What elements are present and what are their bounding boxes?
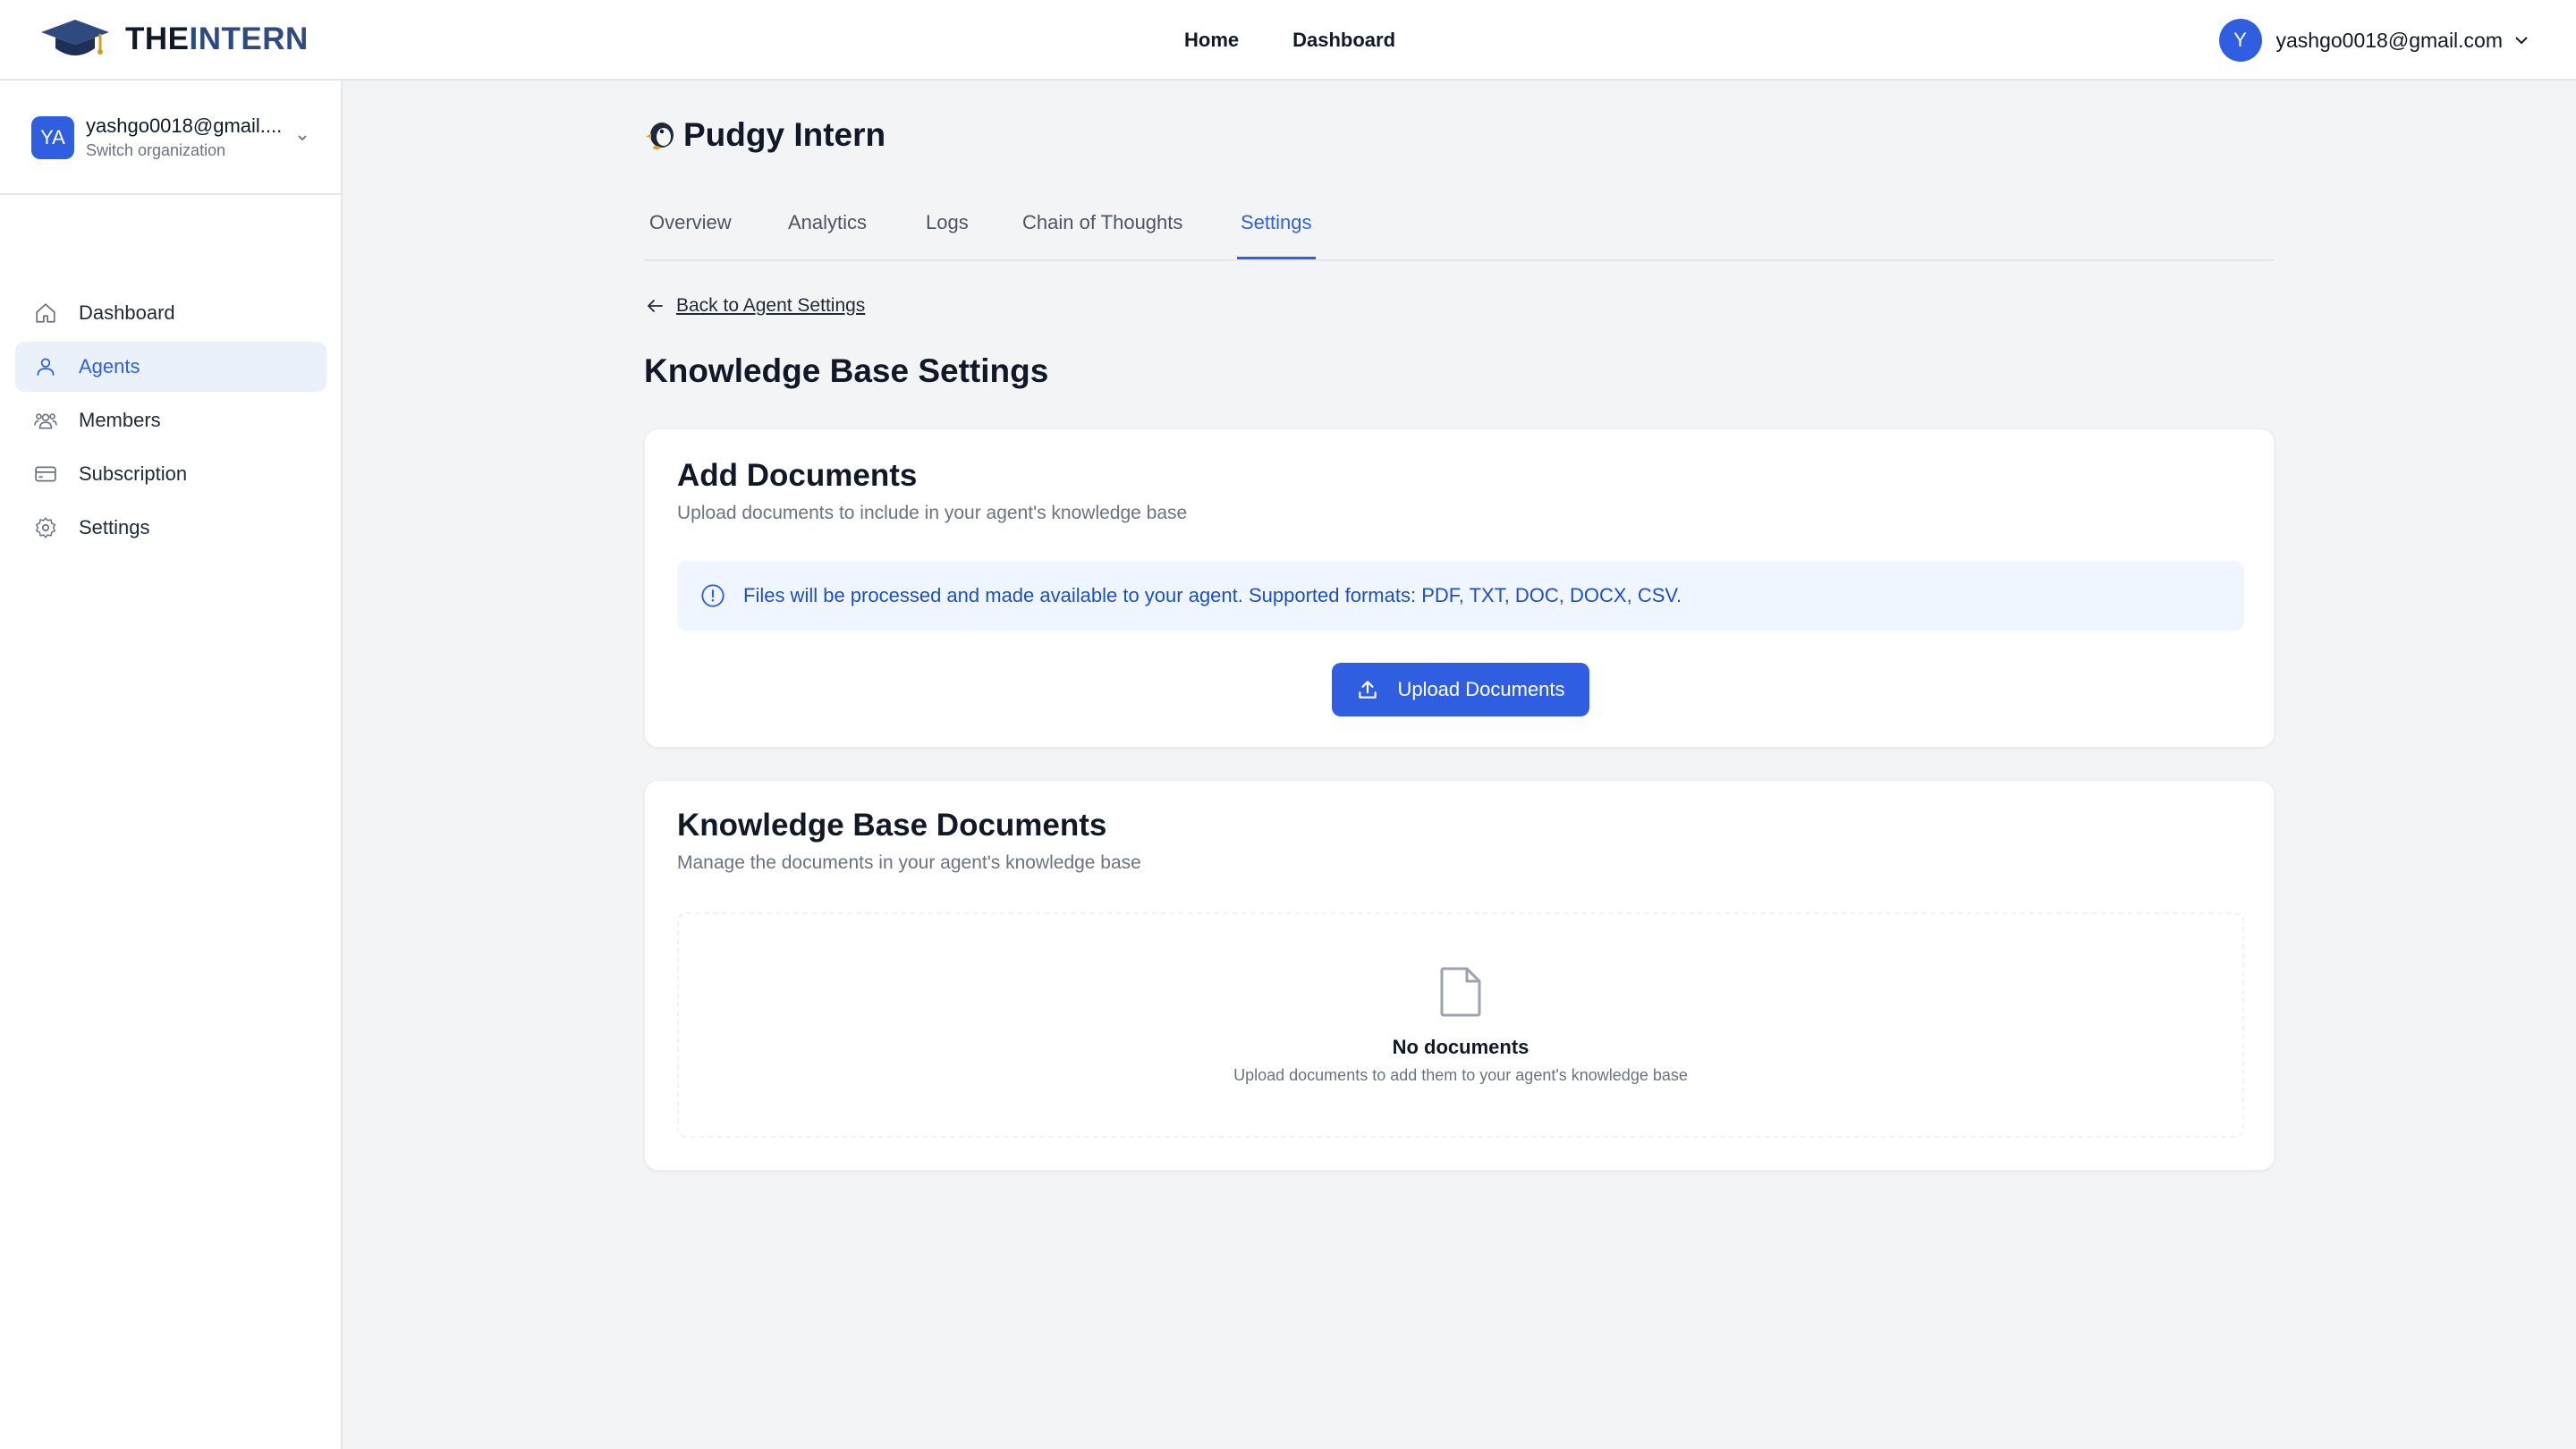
info-banner: Files will be processed and made availab… [677,561,2244,631]
brand-the: THE [125,21,190,56]
upload-button-label: Upload Documents [1397,678,1565,700]
penguin-icon [646,123,674,149]
org-switcher[interactable]: YA yashgo0018@gmail.... Switch organizat… [0,80,341,195]
add-documents-card: Add Documents Upload documents to includ… [644,428,2275,748]
chevron-down-icon [298,135,307,141]
sidebar-item-label: Members [79,409,161,431]
info-banner-text: Files will be processed and made availab… [743,584,1682,606]
users-icon [33,408,58,433]
nav-home-link[interactable]: Home [1184,29,1239,52]
empty-state: No documents Upload documents to add the… [677,912,2244,1138]
agent-name: Pudgy Intern [683,116,886,153]
brand-intern: INTERN [189,21,309,56]
sidebar: YA yashgo0018@gmail.... Switch organizat… [0,80,343,1449]
nav-dashboard-link[interactable]: Dashboard [1292,29,1395,52]
graduation-cap-icon [41,20,109,55]
empty-state-description: Upload documents to add them to your age… [1233,1066,1688,1084]
user-menu[interactable]: Y yashgo0018@gmail.com [2218,19,2529,62]
tab-analytics[interactable]: Analytics [788,190,867,259]
top-navbar: THE INTERN Home Dashboard Y yashgo0018@gm… [0,0,2576,80]
file-icon [1440,967,1481,1017]
back-to-agent-settings-link[interactable]: Back to Agent Settings [644,295,865,317]
sidebar-item-settings[interactable]: Settings [15,503,326,553]
sidebar-item-label: Dashboard [79,301,175,324]
org-avatar: YA [31,116,74,159]
arrow-left-icon [648,300,663,312]
sidebar-item-dashboard[interactable]: Dashboard [15,288,326,338]
gear-icon [33,515,58,540]
kb-documents-card: Knowledge Base Documents Manage the docu… [644,780,2275,1171]
info-icon [701,584,724,607]
sidebar-item-label: Agents [79,355,140,377]
user-avatar: Y [2218,19,2262,62]
tab-logs[interactable]: Logs [926,190,969,259]
credit-card-icon [33,462,58,487]
org-name: yashgo0018@gmail.... [86,114,283,137]
org-switch-label: Switch organization [86,141,226,159]
tab-overview[interactable]: Overview [649,190,732,259]
brand-wordmark: THE INTERN [125,21,309,57]
add-documents-description: Upload documents to include in your agen… [677,503,1188,523]
brand-logo[interactable]: THE INTERN [41,18,309,61]
upload-documents-button[interactable]: Upload Documents [1332,663,1589,716]
user-icon [33,354,58,379]
upload-icon [1359,681,1377,699]
sidebar-item-label: Subscription [79,462,188,485]
chevron-down-icon [2515,37,2528,45]
sidebar-item-label: Settings [79,516,150,538]
add-documents-title: Add Documents [677,458,918,493]
sidebar-item-members[interactable]: Members [15,395,326,445]
sidebar-item-subscription[interactable]: Subscription [15,449,326,499]
top-nav: Home Dashboard [1184,0,1395,80]
user-email: yashgo0018@gmail.com [2275,28,2503,52]
home-icon [33,301,58,326]
kb-documents-title: Knowledge Base Documents [677,808,1107,843]
kb-documents-description: Manage the documents in your agent's kno… [677,852,1141,873]
agent-tabs: Overview Analytics Logs Chain of Thought… [644,190,2275,261]
empty-state-title: No documents [1392,1036,1530,1058]
back-link-label: Back to Agent Settings [676,295,866,316]
tab-settings[interactable]: Settings [1237,190,1316,259]
sidebar-item-agents[interactable]: Agents [15,342,326,392]
page-title: Knowledge Base Settings [644,352,1049,389]
agent-header: Pudgy Intern [644,116,886,154]
tab-chain-of-thoughts[interactable]: Chain of Thoughts [1022,190,1182,259]
